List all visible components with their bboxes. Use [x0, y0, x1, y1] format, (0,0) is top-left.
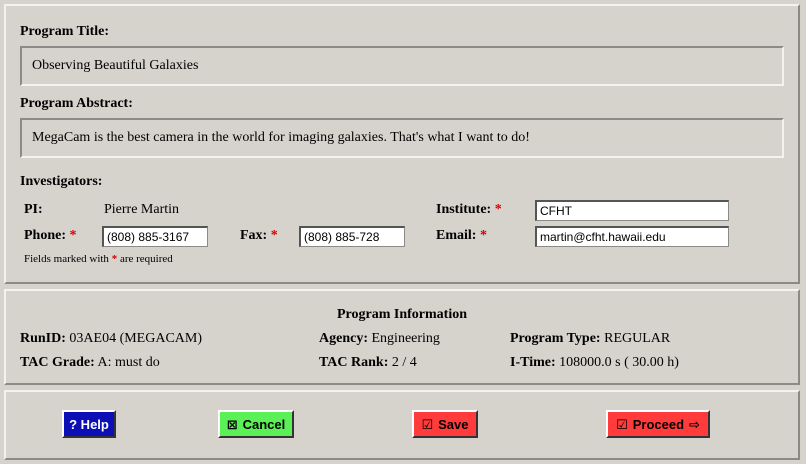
cancel-box-icon: ⊠: [226, 416, 238, 432]
itime-label: I-Time:: [510, 355, 556, 370]
required-mark: *: [270, 228, 278, 243]
institute-label: Institute: *: [436, 202, 502, 218]
investigators-label: Investigators:: [20, 174, 103, 189]
proceed-check-icon: ☑: [616, 416, 628, 432]
phone-label: Phone: *: [24, 228, 77, 244]
tac-grade-field: TAC Grade: A: must do: [20, 355, 160, 371]
save-button[interactable]: ☑ Save: [412, 410, 478, 438]
cancel-button[interactable]: ⊠ Cancel: [218, 410, 294, 438]
phone-label-text: Phone:: [24, 228, 66, 243]
arrow-right-icon: ⇨: [689, 416, 700, 432]
agency-label: Agency:: [319, 331, 368, 346]
program-abstract-label: Program Abstract:: [20, 96, 133, 111]
program-information-panel: Program Information RunID: 03AE04 (MEGAC…: [4, 289, 800, 385]
action-buttons-panel: ? Help ⊠ Cancel ☑ Save ☑ Proceed ⇨: [4, 390, 800, 460]
program-title-label: Program Title:: [20, 24, 110, 39]
note-prefix: Fields marked with: [24, 253, 109, 265]
proceed-button-label: Proceed: [632, 416, 685, 432]
program-type-field: Program Type: REGULAR: [510, 331, 670, 347]
help-button-label: ? Help: [69, 416, 109, 432]
program-title-value: Observing Beautiful Galaxies: [20, 46, 784, 86]
tac-rank-value: 2 / 4: [391, 355, 417, 370]
required-mark: *: [479, 228, 487, 243]
tac-rank-field: TAC Rank: 2 / 4: [319, 355, 417, 371]
email-input[interactable]: [535, 226, 729, 247]
proposal-details-panel: Program Title: Observing Beautiful Galax…: [4, 4, 800, 284]
phone-input[interactable]: [102, 226, 208, 247]
itime-field: I-Time: 108000.0 s ( 30.00 h): [510, 355, 679, 371]
program-type-value: REGULAR: [604, 331, 671, 346]
email-label: Email: *: [436, 228, 487, 244]
program-abstract-value: MegaCam is the best camera in the world …: [20, 118, 784, 158]
program-information-heading: Program Information: [337, 307, 467, 322]
note-suffix: are required: [119, 253, 173, 265]
tac-rank-label: TAC Rank:: [319, 355, 389, 370]
tac-grade-value: A: must do: [97, 355, 160, 370]
itime-value: 108000.0 s ( 30.00 h): [559, 355, 679, 370]
proceed-button[interactable]: ☑ Proceed ⇨: [606, 410, 710, 438]
save-button-label: Save: [438, 416, 469, 432]
help-button[interactable]: ? Help: [62, 410, 116, 438]
runid-label: RunID:: [20, 331, 66, 346]
pi-value: Pierre Martin: [104, 202, 180, 217]
required-mark: *: [494, 202, 502, 217]
required-mark: *: [111, 253, 118, 265]
tac-grade-label: TAC Grade:: [20, 355, 95, 370]
pi-label: PI:: [24, 202, 43, 217]
fax-label: Fax: *: [240, 228, 278, 244]
runid-value: 03AE04 (MEGACAM): [69, 331, 203, 346]
agency-field: Agency: Engineering: [319, 331, 440, 347]
required-fields-note: Fields marked with * are required: [24, 253, 173, 265]
fax-label-text: Fax:: [240, 228, 268, 243]
institute-input[interactable]: [535, 200, 729, 221]
runid-field: RunID: 03AE04 (MEGACAM): [20, 331, 202, 347]
proposal-page: Program Title: Observing Beautiful Galax…: [0, 0, 806, 464]
agency-value: Engineering: [371, 331, 440, 346]
program-type-label: Program Type:: [510, 331, 601, 346]
email-label-text: Email:: [436, 228, 477, 243]
required-mark: *: [69, 228, 77, 243]
save-check-icon: ☑: [421, 416, 434, 432]
cancel-button-label: Cancel: [242, 416, 286, 432]
fax-input[interactable]: [299, 226, 405, 247]
institute-label-text: Institute:: [436, 202, 492, 217]
